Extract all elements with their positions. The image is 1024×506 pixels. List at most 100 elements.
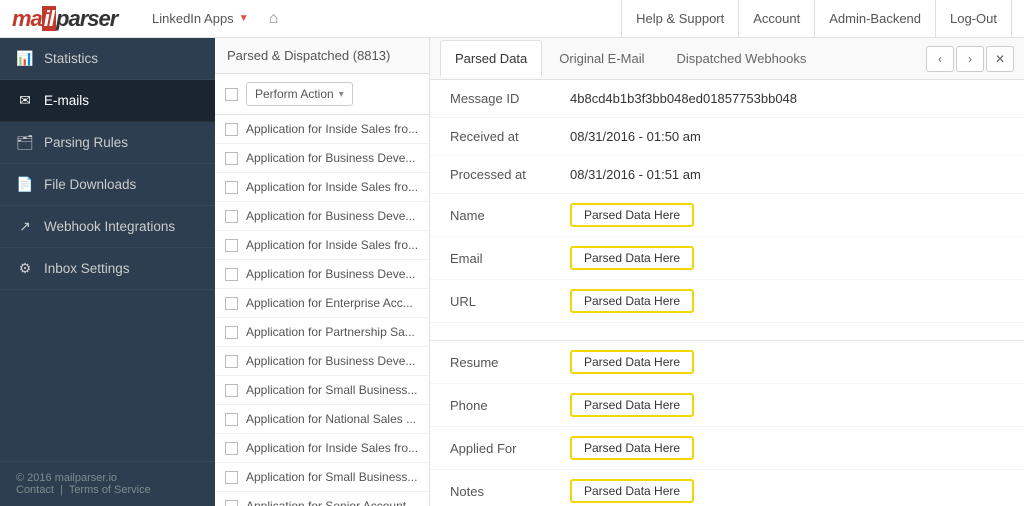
tab-original-email[interactable]: Original E-Mail	[544, 40, 659, 77]
footer-copy: © 2016 mailparser.io	[16, 472, 199, 484]
list-item[interactable]: Application for Senior Account...	[215, 492, 429, 506]
sidebar-label-inbox-settings: Inbox Settings	[44, 261, 130, 276]
item-checkbox[interactable]	[225, 152, 238, 165]
help-support-link[interactable]: Help & Support	[621, 0, 738, 38]
dropdown-label: LinkedIn Apps	[152, 11, 234, 26]
sidebar-label-file-downloads: File Downloads	[44, 177, 136, 192]
item-checkbox[interactable]	[225, 500, 238, 506]
next-button[interactable]: ›	[956, 46, 984, 72]
perform-action-button[interactable]: Perform Action ▾	[246, 82, 353, 106]
item-checkbox[interactable]	[225, 268, 238, 281]
item-checkbox[interactable]	[225, 442, 238, 455]
tab-dispatched-webhooks[interactable]: Dispatched Webhooks	[662, 40, 822, 77]
email-subject: Application for Small Business...	[246, 470, 417, 484]
item-checkbox[interactable]	[225, 355, 238, 368]
item-checkbox[interactable]	[225, 239, 238, 252]
email-subject: Application for Business Deve...	[246, 209, 415, 223]
terms-link[interactable]: Terms of Service	[69, 484, 151, 496]
label-notes: Notes	[450, 484, 570, 499]
sidebar-label-statistics: Statistics	[44, 51, 98, 66]
select-all-checkbox[interactable]	[225, 88, 238, 101]
file-downloads-icon: 📄	[16, 176, 34, 193]
list-item[interactable]: Application for Inside Sales fro...	[215, 231, 429, 260]
list-item[interactable]: Application for Partnership Sa...	[215, 318, 429, 347]
list-item[interactable]: Application for National Sales ...	[215, 405, 429, 434]
email-subject: Application for Inside Sales fro...	[246, 122, 418, 136]
detail-tabs: Parsed Data Original E-Mail Dispatched W…	[430, 38, 1024, 80]
label-received-at: Received at	[450, 129, 570, 144]
item-checkbox[interactable]	[225, 123, 238, 136]
detail-content: Message ID 4b8cd4b1b3f3bb048ed01857753bb…	[430, 80, 1024, 506]
sidebar-label-emails: E-mails	[44, 93, 89, 108]
sidebar-item-webhook-integrations[interactable]: ↗ Webhook Integrations	[0, 206, 215, 248]
tab-parsed-data[interactable]: Parsed Data	[440, 40, 542, 77]
section-divider	[430, 323, 1024, 341]
top-nav-center: LinkedIn Apps ▼ ⌂	[152, 10, 621, 28]
email-list-items: Application for Inside Sales fro... Appl…	[215, 115, 429, 506]
logout-link[interactable]: Log-Out	[935, 0, 1012, 38]
item-checkbox[interactable]	[225, 413, 238, 426]
account-link[interactable]: Account	[738, 0, 814, 38]
item-checkbox[interactable]	[225, 326, 238, 339]
label-url: URL	[450, 294, 570, 309]
sidebar-footer: © 2016 mailparser.io Contact | Terms of …	[0, 461, 215, 506]
value-email: Parsed Data Here	[570, 246, 694, 270]
value-url: Parsed Data Here	[570, 289, 694, 313]
item-checkbox[interactable]	[225, 181, 238, 194]
list-item[interactable]: Application for Small Business...	[215, 376, 429, 405]
item-checkbox[interactable]	[225, 471, 238, 484]
email-subject: Application for Business Deve...	[246, 354, 415, 368]
email-list-toolbar: Perform Action ▾	[215, 74, 429, 115]
linkedin-apps-dropdown[interactable]: LinkedIn Apps ▼	[152, 11, 249, 26]
value-message-id: 4b8cd4b1b3f3bb048ed01857753bb048	[570, 91, 797, 106]
sidebar-item-file-downloads[interactable]: 📄 File Downloads	[0, 164, 215, 206]
sidebar-item-inbox-settings[interactable]: ⚙ Inbox Settings	[0, 248, 215, 290]
home-icon[interactable]: ⌂	[269, 10, 279, 28]
sidebar-item-emails[interactable]: ✉ E-mails	[0, 80, 215, 122]
list-item[interactable]: Application for Business Deve...	[215, 202, 429, 231]
perform-action-label: Perform Action	[255, 87, 334, 101]
email-subject: Application for Partnership Sa...	[246, 325, 415, 339]
value-resume: Parsed Data Here	[570, 350, 694, 374]
emails-icon: ✉	[16, 92, 34, 109]
sidebar-item-parsing-rules[interactable]: 🗂 Parsing Rules	[0, 122, 215, 164]
parsing-rules-icon: 🗂	[16, 134, 34, 151]
list-item[interactable]: Application for Inside Sales fro...	[215, 115, 429, 144]
label-processed-at: Processed at	[450, 167, 570, 182]
list-item[interactable]: Application for Inside Sales fro...	[215, 173, 429, 202]
item-checkbox[interactable]	[225, 297, 238, 310]
list-item[interactable]: Application for Business Deve...	[215, 144, 429, 173]
main-layout: 📊 Statistics ✉ E-mails 🗂 Parsing Rules 📄…	[0, 38, 1024, 506]
statistics-icon: 📊	[16, 50, 34, 67]
email-subject: Application for Inside Sales fro...	[246, 441, 418, 455]
prev-button[interactable]: ‹	[926, 46, 954, 72]
item-checkbox[interactable]	[225, 384, 238, 397]
field-processed-at: Processed at 08/31/2016 - 01:51 am	[430, 156, 1024, 194]
sidebar: 📊 Statistics ✉ E-mails 🗂 Parsing Rules 📄…	[0, 38, 215, 506]
field-url: URL Parsed Data Here	[430, 280, 1024, 323]
field-notes: Notes Parsed Data Here	[430, 470, 1024, 506]
value-applied-for: Parsed Data Here	[570, 436, 694, 460]
item-checkbox[interactable]	[225, 210, 238, 223]
email-list-header: Parsed & Dispatched (8813)	[215, 38, 429, 74]
value-notes: Parsed Data Here	[570, 479, 694, 503]
list-item[interactable]: Application for Inside Sales fro...	[215, 434, 429, 463]
contact-link[interactable]: Contact	[16, 484, 54, 496]
value-received-at: 08/31/2016 - 01:50 am	[570, 129, 701, 144]
sidebar-item-statistics[interactable]: 📊 Statistics	[0, 38, 215, 80]
top-nav-right: Help & Support Account Admin-Backend Log…	[621, 0, 1012, 38]
list-item[interactable]: Application for Small Business...	[215, 463, 429, 492]
label-applied-for: Applied For	[450, 441, 570, 456]
list-item[interactable]: Application for Enterprise Acc...	[215, 289, 429, 318]
list-item[interactable]: Application for Business Deve...	[215, 347, 429, 376]
field-email: Email Parsed Data Here	[430, 237, 1024, 280]
email-subject: Application for Inside Sales fro...	[246, 180, 418, 194]
email-list-panel: Parsed & Dispatched (8813) Perform Actio…	[215, 38, 430, 506]
close-button[interactable]: ✕	[986, 46, 1014, 72]
content-area: Parsed & Dispatched (8813) Perform Actio…	[215, 38, 1024, 506]
admin-backend-link[interactable]: Admin-Backend	[814, 0, 935, 38]
email-subject: Application for Business Deve...	[246, 267, 415, 281]
field-name: Name Parsed Data Here	[430, 194, 1024, 237]
list-item[interactable]: Application for Business Deve...	[215, 260, 429, 289]
value-processed-at: 08/31/2016 - 01:51 am	[570, 167, 701, 182]
